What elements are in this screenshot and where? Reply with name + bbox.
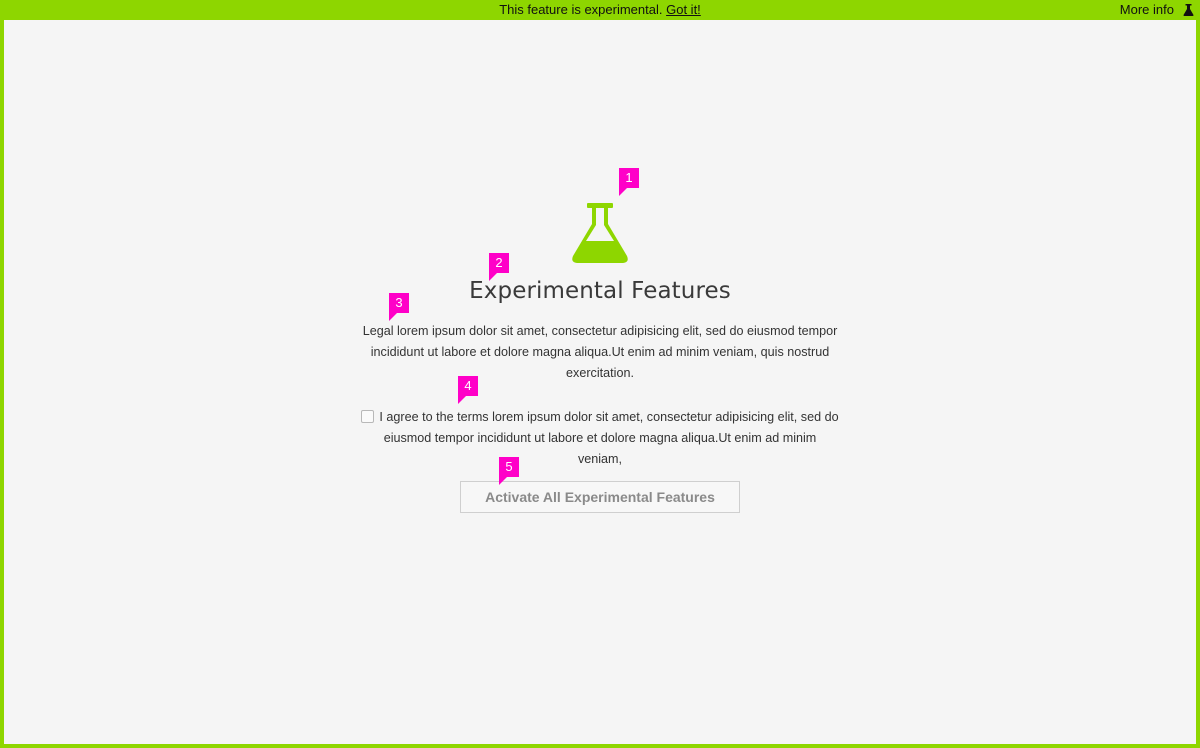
activate-all-button[interactable]: Activate All Experimental Features [460,481,740,513]
terms-agreement: I agree to the terms lorem ipsum dolor s… [360,407,840,470]
flask-icon [572,203,628,263]
annotation-marker-5: 5 [499,457,519,485]
annotation-marker-1: 1 [619,168,639,196]
annotation-marker-4: 4 [458,376,478,404]
agree-label[interactable]: I agree to the terms lorem ipsum dolor s… [379,410,838,466]
legal-text: Legal lorem ipsum dolor sit amet, consec… [362,324,838,380]
agree-checkbox[interactable] [361,410,375,423]
annotation-marker-2: 2 [489,253,509,281]
main-content: Experimental Features Legal lorem ipsum … [0,0,1200,748]
annotation-marker-3: 3 [389,293,409,321]
